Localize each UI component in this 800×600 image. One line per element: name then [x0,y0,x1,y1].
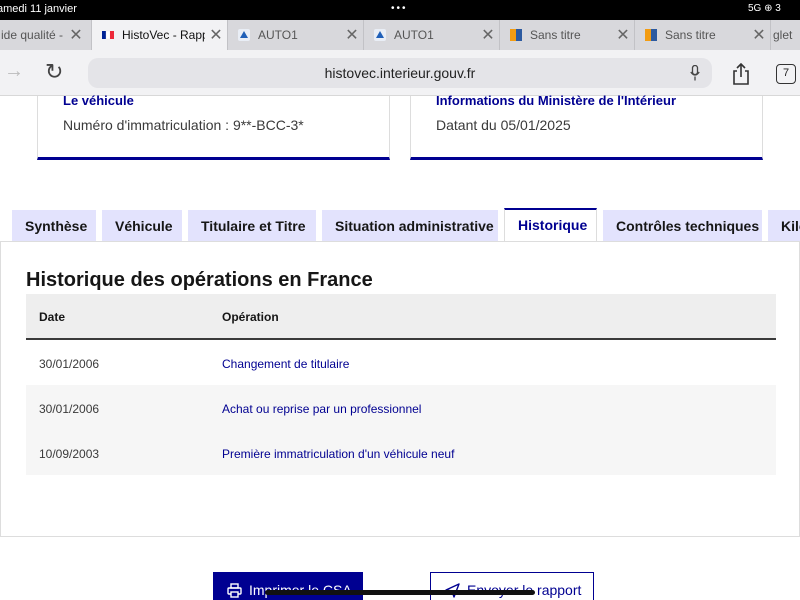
orange-blue-icon [645,29,657,41]
browser-tab-active[interactable]: HistoVec - Rapp ✕ [91,20,227,50]
share-icon[interactable] [731,63,751,85]
tab-label: Contrôles techniques [616,218,760,234]
tab-count-button[interactable]: 7 [776,64,796,84]
tab-label: Situation administrative [335,218,494,234]
microphone-icon[interactable] [690,65,700,81]
row-operation: Changement de titulaire [222,357,350,371]
close-icon[interactable]: ✕ [477,25,499,45]
status-bar: amedi 11 janvier ••• 5G ⊕ 3 [0,0,800,20]
vehicle-registration: Numéro d'immatriculation : 9**-BCC-3* [63,117,304,133]
home-indicator[interactable] [265,590,535,595]
tab-titulaire[interactable]: Titulaire et Titre [188,210,316,242]
send-report-button[interactable]: Envoyer le rapport [430,572,594,600]
ministry-card: Informations du Ministère de l'Intérieur… [410,93,763,160]
table-header: Date Opération [26,294,776,340]
table-row: 10/09/2003 Première immatriculation d'un… [26,430,776,475]
history-table: Date Opération 30/01/2006 Changement de … [26,294,776,475]
tab-situation[interactable]: Situation administrative [322,210,498,242]
row-date: 10/09/2003 [39,447,100,461]
close-icon[interactable]: ✕ [748,25,770,45]
close-icon[interactable]: ✕ [612,25,634,45]
history-title: Historique des opérations en France [26,269,373,291]
orange-blue-icon [510,29,522,41]
row-date: 30/01/2006 [39,402,100,416]
browser-toolbar: → ↻ histovec.interieur.gouv.fr 7 [0,50,800,96]
table-row: 30/01/2006 Achat ou reprise par un profe… [26,385,776,430]
auto1-icon [374,29,386,41]
browser-tab-label: Sans titre [530,28,581,42]
address-bar[interactable]: histovec.interieur.gouv.fr [88,58,712,88]
report-tabs: Synthèse Véhicule Titulaire et Titre Sit… [0,208,800,242]
row-operation: Achat ou reprise par un professionnel [222,402,422,416]
browser-tab-label: glet [773,28,793,42]
french-flag-icon [102,30,114,40]
ministry-date: Datant du 05/01/2025 [436,117,571,133]
browser-tab[interactable]: glet [770,20,800,50]
tab-label: Titulaire et Titre [201,218,306,234]
tab-synthese[interactable]: Synthèse [12,210,96,242]
column-header-operation: Opération [222,310,279,324]
row-operation: Première immatriculation d'un véhicule n… [222,447,455,461]
browser-tab-label: HistoVec - Rapp [122,28,205,42]
browser-tab-label: Sans titre [665,28,716,42]
tab-count: 7 [782,67,790,79]
tab-vehicule[interactable]: Véhicule [102,210,182,242]
close-icon[interactable]: ✕ [65,25,87,45]
browser-tab[interactable]: AUTO1 ✕ [363,20,499,50]
close-icon[interactable]: ✕ [341,25,363,45]
reload-icon[interactable]: ↻ [45,59,63,85]
tab-label: Kilo [781,218,800,234]
close-icon[interactable]: ✕ [205,25,227,45]
browser-tab-label: AUTO1 [258,28,298,42]
browser-tab-label: AUTO1 [394,28,434,42]
url-text: histovec.interieur.gouv.fr [324,65,476,81]
status-time: amedi 11 janvier [0,3,77,15]
multitask-dots[interactable]: ••• [391,3,408,14]
vehicle-card: Le véhicule Numéro d'immatriculation : 9… [37,93,390,160]
table-row: 30/01/2006 Changement de titulaire [26,340,776,385]
browser-tab-strip: ide qualité - ✕ HistoVec - Rapp ✕ AUTO1 … [0,20,800,50]
tab-label: Historique [518,217,588,233]
browser-tab[interactable]: Sans titre ✕ [499,20,634,50]
browser-tab[interactable]: ide qualité - ✕ [0,20,87,50]
history-panel: Historique des opérations en France Date… [0,241,800,537]
row-date: 30/01/2006 [39,357,100,371]
column-header-date: Date [39,310,66,324]
tab-label: Synthèse [25,218,88,234]
status-indicators: 5G ⊕ 3 [748,3,781,14]
browser-tab-label: ide qualité - [1,28,64,42]
forward-arrow-icon[interactable]: → [4,60,24,83]
tab-controles[interactable]: Contrôles techniques [603,210,762,242]
print-csa-button[interactable]: Imprimer le CSA [213,572,363,600]
browser-tab[interactable]: AUTO1 ✕ [227,20,363,50]
ministry-card-title: Informations du Ministère de l'Intérieur [436,93,677,108]
printer-icon [227,582,242,598]
auto1-icon [238,29,250,41]
vehicle-card-title: Le véhicule [63,93,134,108]
tab-historique[interactable]: Historique [504,208,597,242]
tab-kilometrage[interactable]: Kilo [768,210,800,242]
browser-tab[interactable]: Sans titre ✕ [634,20,770,50]
tab-label: Véhicule [115,218,173,234]
